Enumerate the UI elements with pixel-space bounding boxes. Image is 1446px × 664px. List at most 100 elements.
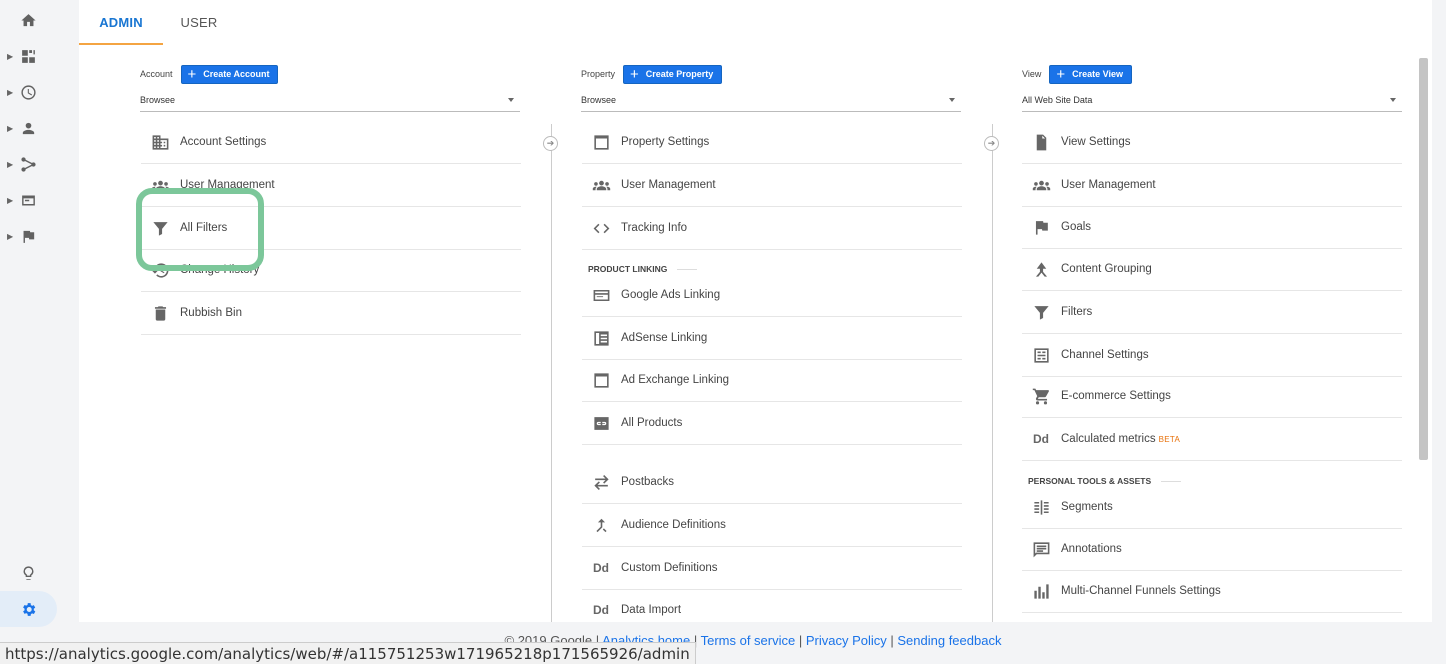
view-user-management-label: User Management [1061,179,1156,191]
view-selector[interactable]: All Web Site Data [1022,92,1402,112]
mcf-settings-item[interactable]: Multi-Channel Funnels Settings [1022,570,1402,613]
calculated-metrics-item[interactable]: Dd Calculated metrics BETA [1022,418,1402,461]
annotations-label: Annotations [1061,543,1122,555]
create-account-label: Create Account [203,69,270,79]
ads-icon [593,289,609,301]
privacy-link[interactable]: Privacy Policy [806,633,887,648]
dropdown-arrow-icon [949,98,955,102]
customization-nav-item[interactable]: ▶ [0,38,57,74]
create-property-button[interactable]: + Create Property [623,64,723,84]
audience-definitions-item[interactable]: Audience Definitions [582,504,962,547]
realtime-nav-item[interactable]: ▶ [0,74,57,110]
channel-settings-item[interactable]: Channel Settings [1022,334,1402,377]
merge-icon [595,518,607,532]
home-nav-item[interactable] [0,2,57,38]
google-ads-linking-item[interactable]: Google Ads Linking [582,274,962,317]
document-icon [1036,134,1046,150]
acquisition-nav-item[interactable]: ▶ [0,146,57,182]
all-products-item[interactable]: All Products [582,402,962,445]
users-icon [1032,180,1050,190]
create-property-label: Create Property [645,69,714,79]
segments-item[interactable]: Segments [1022,486,1402,529]
flag-icon [1035,220,1048,235]
account-settings-label: Account Settings [180,136,267,148]
view-settings-item[interactable]: View Settings [1022,121,1402,164]
content-grouping-item[interactable]: Content Grouping [1022,248,1402,291]
view-user-management-item[interactable]: User Management [1022,164,1402,207]
beta-badge: BETA [1158,434,1181,444]
dd-icon: Dd [593,602,609,617]
home-icon [21,13,36,26]
adsense-linking-item[interactable]: AdSense Linking [582,317,962,360]
property-settings-item[interactable]: Property Settings [582,121,962,164]
terms-link[interactable]: Terms of service [701,633,796,648]
account-label: Account [140,69,173,79]
tab-user[interactable]: USER [169,0,229,45]
product-linking-heading: PRODUCT LINKING [588,264,668,274]
account-selector-value: Browsee [140,95,176,105]
building-icon [152,134,168,150]
dd-icon: Dd [593,561,609,575]
code-icon [593,223,609,233]
cart-icon [1032,388,1049,404]
channel-icon [1033,347,1049,363]
behavior-icon [22,195,35,205]
data-import-label: Data Import [621,603,682,616]
dashboard-icon [22,49,35,63]
bar-chart-icon [1033,583,1049,599]
property-selector[interactable]: Browsee [581,92,961,112]
custom-definitions-item[interactable]: Dd Custom Definitions [582,547,962,590]
audience-nav-item[interactable]: ▶ [0,110,57,146]
tracking-info-item[interactable]: Tracking Info [582,207,962,250]
adsense-linking-label: AdSense Linking [621,332,708,344]
ad-exchange-linking-item[interactable]: Ad Exchange Linking [582,359,962,402]
expand-caret-icon: ▶ [7,159,14,169]
calculated-metrics-label: Calculated metrics [1061,433,1156,445]
create-view-button[interactable]: + Create View [1049,64,1132,84]
view-settings-label: View Settings [1061,136,1131,148]
content-grouping-label: Content Grouping [1061,263,1152,275]
acquisition-icon [21,156,36,172]
postbacks-item[interactable]: Postbacks [582,461,962,504]
account-selector[interactable]: Browsee [140,92,520,112]
filter-icon [1033,305,1049,320]
all-products-label: All Products [621,417,683,429]
lightbulb-icon [23,565,34,580]
flag-icon [23,230,35,243]
create-account-button[interactable]: + Create Account [180,64,279,84]
data-import-item[interactable]: Dd Data Import [582,588,962,631]
product-linking-section: PRODUCT LINKING [588,264,698,274]
comment-icon [1033,541,1049,557]
ecommerce-settings-label: E-commerce Settings [1061,390,1171,402]
discover-nav-item[interactable] [0,555,57,591]
left-nav-rail: ▶ ▶ ▶ ▶ ▶ ▶ [0,0,57,664]
scrollbar-thumb[interactable] [1419,58,1428,460]
expand-caret-icon: ▶ [7,231,14,241]
admin-nav-item[interactable] [0,591,57,627]
tab-admin[interactable]: ADMIN [79,0,163,45]
goals-item[interactable]: Goals [1022,206,1402,249]
property-label: Property [581,69,616,79]
account-column: Account + Create Account Browsee [140,64,520,112]
rubbish-bin-item[interactable]: Rubbish Bin [141,292,521,335]
arrow-right-icon: ➔ [984,136,999,151]
conversions-nav-item[interactable]: ▶ [0,218,57,254]
ecommerce-settings-item[interactable]: E-commerce Settings [1022,375,1402,418]
create-view-label: Create View [1072,69,1123,79]
dd-icon: Dd [1033,432,1049,446]
property-user-management-label: User Management [621,179,716,191]
annotations-item[interactable]: Annotations [1022,528,1402,571]
behavior-nav-item[interactable]: ▶ [0,182,57,218]
personal-tools-heading: PERSONAL TOOLS & ASSETS [1028,476,1152,486]
feedback-link[interactable]: Sending feedback [897,633,1001,648]
all-filters-highlight [136,188,264,271]
filters-label: Filters [1061,306,1093,318]
account-settings-item[interactable]: Account Settings [141,121,521,164]
postbacks-label: Postbacks [621,476,675,488]
window-icon [593,134,609,150]
swap-arrows-icon [593,474,609,490]
property-user-management-item[interactable]: User Management [582,164,962,207]
filters-item[interactable]: Filters [1022,291,1402,334]
clock-icon [21,84,36,100]
expand-caret-icon: ▶ [7,87,14,97]
